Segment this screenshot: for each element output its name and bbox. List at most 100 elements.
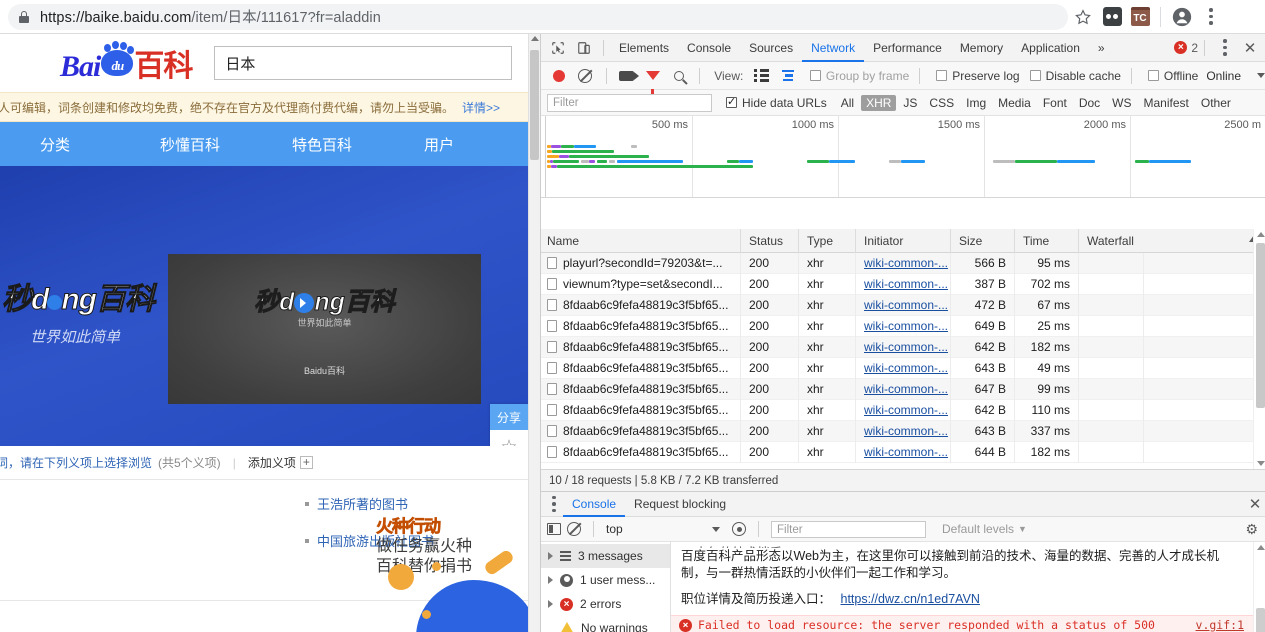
waterfall-view-icon[interactable]: [776, 63, 800, 89]
error-count-badge[interactable]: × 2: [1174, 41, 1198, 55]
scroll-up-arrow-icon[interactable]: [1257, 545, 1265, 550]
add-polysemy-plus-icon[interactable]: +: [299, 456, 313, 469]
scroll-up-arrow-icon[interactable]: [531, 36, 539, 41]
cell-initiator[interactable]: wiki-common-...: [856, 357, 951, 379]
preserve-log-checkbox[interactable]: Preserve log: [936, 69, 1020, 83]
network-filter-input[interactable]: Filter: [547, 93, 712, 112]
column-header-name[interactable]: Name: [541, 229, 741, 253]
console-link-url[interactable]: https://dwz.cn/n1ed7AVN: [841, 592, 980, 606]
close-drawer-icon[interactable]: ✕: [1244, 495, 1265, 513]
table-row[interactable]: 8fdaab6c9fefa48819c3f5bf65... 200 xhr wiki-…: [541, 294, 1265, 316]
table-row[interactable]: playurl?secondId=79203&t=... 200 xhr wiki-c…: [541, 252, 1265, 274]
list-view-icon[interactable]: [749, 63, 773, 89]
cell-initiator[interactable]: wiki-common-...: [856, 315, 951, 337]
tab-performance[interactable]: Performance: [864, 34, 951, 62]
filter-funnel-icon[interactable]: [641, 63, 665, 94]
cell-initiator[interactable]: wiki-common-...: [856, 399, 951, 421]
record-stop-icon[interactable]: [547, 63, 571, 89]
filter-type-manifest[interactable]: Manifest: [1139, 95, 1194, 111]
extension-dots-icon[interactable]: [1098, 2, 1126, 32]
nav-item-user[interactable]: 用户: [424, 134, 454, 155]
scrollbar-thumb[interactable]: [1256, 243, 1265, 408]
console-sidebar-user-messages[interactable]: 1 user mess...: [541, 568, 670, 592]
device-toolbar-icon[interactable]: [571, 35, 597, 61]
network-table-scrollbar[interactable]: [1253, 229, 1265, 469]
console-sidebar-messages[interactable]: 3 messages: [541, 544, 670, 568]
console-sidebar-errors[interactable]: × 2 errors: [541, 592, 670, 616]
hero-video-player[interactable]: 秒d ng百科 世界如此简单 Baidu百科: [168, 254, 481, 404]
baike-notice-detail-link[interactable]: 详情>>: [462, 99, 500, 116]
tab-memory[interactable]: Memory: [951, 34, 1012, 62]
chevron-down-icon[interactable]: [1257, 73, 1265, 78]
filter-type-all[interactable]: All: [836, 95, 859, 111]
console-scrollbar[interactable]: [1253, 542, 1265, 632]
filter-type-js[interactable]: JS: [898, 95, 922, 111]
filter-type-doc[interactable]: Doc: [1074, 95, 1105, 111]
filter-type-other[interactable]: Other: [1196, 95, 1236, 111]
nav-item-category[interactable]: 分类: [40, 134, 70, 155]
console-filter-input[interactable]: Filter: [771, 520, 926, 538]
column-header-status[interactable]: Status: [741, 229, 799, 253]
disable-cache-checkbox[interactable]: Disable cache: [1029, 69, 1121, 83]
address-bar[interactable]: https://baike.baidu.com/item/日本/111617?f…: [8, 3, 1068, 30]
console-levels-selector[interactable]: Default levels ▼: [942, 522, 1027, 536]
cell-initiator[interactable]: wiki-common-...: [856, 336, 951, 358]
scrollbar-thumb[interactable]: [530, 50, 539, 160]
star-share-icon[interactable]: ☆: [490, 430, 528, 447]
column-header-time[interactable]: Time: [1015, 229, 1079, 253]
tab-network[interactable]: Network: [802, 34, 864, 62]
cell-initiator[interactable]: wiki-common-...: [856, 294, 951, 316]
page-scrollbar[interactable]: [528, 34, 540, 632]
gear-icon[interactable]: ⚙: [1245, 521, 1258, 538]
drawer-tab-request-blocking[interactable]: Request blocking: [625, 491, 735, 517]
expand-triangle-icon[interactable]: [548, 552, 553, 560]
toggle-sidebar-icon[interactable]: [547, 523, 561, 535]
table-row[interactable]: 8fdaab6c9fefa48819c3f5bf65... 200 xhr wiki-…: [541, 378, 1265, 400]
column-header-waterfall[interactable]: Waterfall: [1079, 229, 1265, 253]
tab-sources[interactable]: Sources: [740, 34, 802, 62]
inspect-element-icon[interactable]: [545, 35, 571, 61]
column-header-type[interactable]: Type: [799, 229, 856, 253]
three-dot-menu-icon[interactable]: [1197, 2, 1225, 32]
table-row[interactable]: 8fdaab6c9fefa48819c3f5bf65... 200 xhr wiki-…: [541, 315, 1265, 337]
nav-item-miaodong[interactable]: 秒懂百科: [160, 134, 220, 155]
console-sidebar-warnings[interactable]: No warnings: [541, 616, 670, 632]
network-overview-timeline[interactable]: 500 ms 1000 ms 1500 ms 2000 ms 2500 m: [541, 116, 1265, 198]
filter-type-font[interactable]: Font: [1038, 95, 1072, 111]
play-button-icon[interactable]: [294, 293, 315, 313]
column-header-size[interactable]: Size: [951, 229, 1015, 253]
search-icon[interactable]: [667, 63, 691, 89]
drawer-tab-console[interactable]: Console: [563, 491, 625, 517]
table-row[interactable]: 8fdaab6c9fefa48819c3f5bf65... 200 xhr wiki-…: [541, 441, 1265, 463]
list-item[interactable]: 中国旅游出版社图书: [0, 531, 540, 550]
devtools-menu-icon[interactable]: [1211, 33, 1239, 63]
table-row[interactable]: 8fdaab6c9fefa48819c3f5bf65... 200 xhr wiki-…: [541, 336, 1265, 358]
expand-triangle-icon[interactable]: [548, 576, 553, 584]
console-context-selector[interactable]: top: [606, 522, 726, 536]
table-row[interactable]: 8fdaab6c9fefa48819c3f5bf65... 200 xhr wiki-…: [541, 357, 1265, 379]
baike-logo[interactable]: Bai 百科: [60, 41, 193, 85]
list-item[interactable]: 王浩所著的图书: [0, 494, 540, 513]
filter-type-media[interactable]: Media: [993, 95, 1036, 111]
cell-initiator[interactable]: wiki-common-...: [856, 252, 951, 274]
tab-application[interactable]: Application: [1012, 34, 1089, 62]
account-avatar-icon[interactable]: [1167, 2, 1197, 32]
group-by-frame-checkbox[interactable]: Group by frame: [809, 69, 909, 83]
clear-network-icon[interactable]: [573, 63, 597, 89]
console-error-source[interactable]: v.gif:1: [1196, 618, 1244, 632]
baike-search-input[interactable]: 日本: [214, 46, 513, 80]
table-row[interactable]: 8fdaab6c9fefa48819c3f5bf65... 200 xhr wiki-…: [541, 420, 1265, 442]
nav-item-featured[interactable]: 特色百科: [292, 134, 352, 155]
filter-type-img[interactable]: Img: [961, 95, 991, 111]
table-row[interactable]: viewnum?type=set&secondI... 200 xhr wiki-co…: [541, 273, 1265, 295]
close-devtools-icon[interactable]: ✕: [1239, 39, 1261, 57]
console-error-row[interactable]: × Failed to load resource: the server re…: [671, 615, 1265, 632]
scroll-down-arrow-icon[interactable]: [1257, 461, 1265, 466]
more-tabs-icon[interactable]: »: [1089, 34, 1114, 62]
filter-type-ws[interactable]: WS: [1107, 95, 1136, 111]
cell-initiator[interactable]: wiki-common-...: [856, 441, 951, 463]
tab-elements[interactable]: Elements: [610, 34, 678, 62]
clear-console-icon[interactable]: [567, 522, 581, 536]
filter-type-xhr[interactable]: XHR: [861, 94, 897, 111]
tab-console[interactable]: Console: [678, 34, 740, 62]
